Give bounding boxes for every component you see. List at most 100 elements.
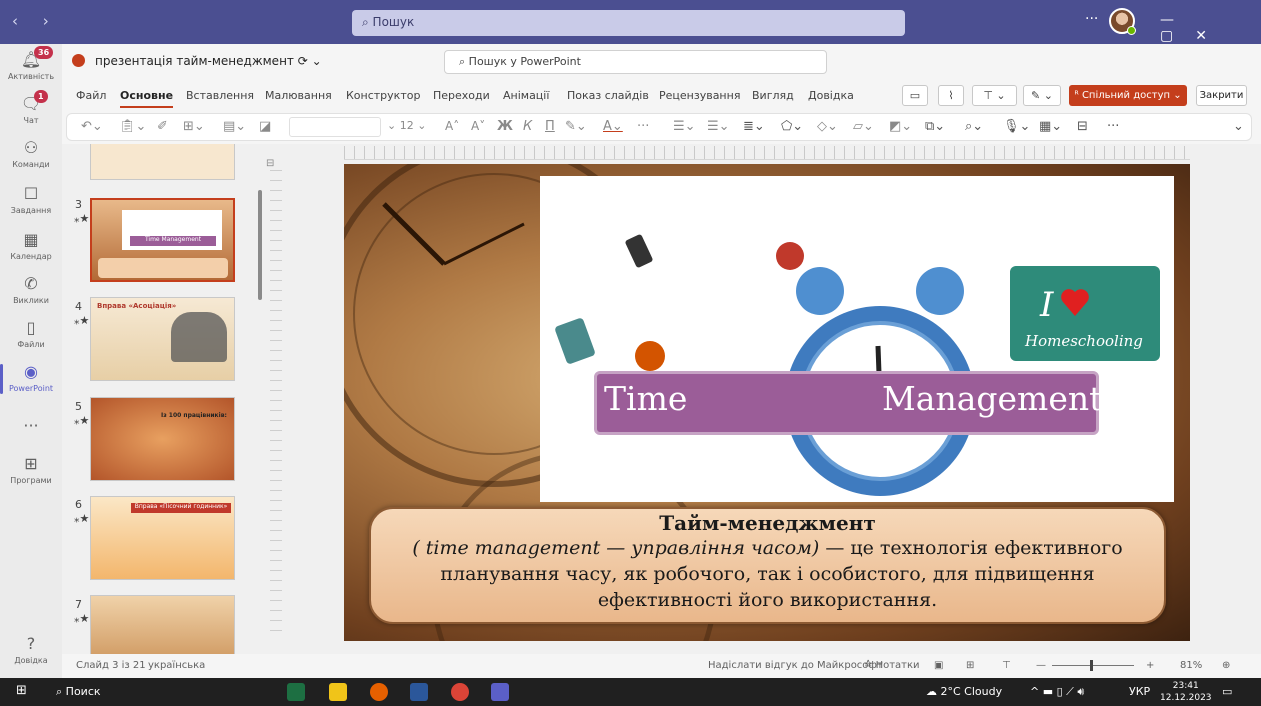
find-icon[interactable]: ⌕⌄: [965, 119, 983, 134]
font-color-icon[interactable]: A⌄: [603, 119, 623, 134]
align-icon[interactable]: ≣⌄: [743, 119, 765, 134]
teams-taskbar-icon[interactable]: [491, 683, 509, 701]
more-icon[interactable]: ···: [637, 119, 649, 134]
rail-calls[interactable]: ✆ Виклики: [0, 274, 62, 305]
maximize-icon[interactable]: ▢: [1160, 28, 1173, 44]
word-icon[interactable]: [410, 683, 428, 701]
close-icon[interactable]: ✕: [1195, 28, 1207, 44]
input-language[interactable]: УКР: [1129, 685, 1150, 698]
share-button[interactable]: ᴿ Спільний доступ ⌄: [1069, 85, 1187, 106]
slide-thumbnail-2[interactable]: [90, 144, 235, 180]
rail-activity[interactable]: 🔔︎ 36 Активність: [0, 46, 62, 81]
back-forward-icon[interactable]: ‹ ›: [12, 12, 59, 30]
windows-start-icon[interactable]: ⊞: [16, 683, 27, 698]
menu-view[interactable]: Вигляд: [752, 89, 794, 102]
arrange-icon[interactable]: ⧉⌄: [925, 119, 945, 134]
overflow-icon[interactable]: ···: [1107, 119, 1119, 134]
comment-icon[interactable]: ▭: [902, 85, 928, 106]
italic-icon[interactable]: К: [523, 119, 532, 134]
zoom-slider[interactable]: [1052, 660, 1134, 671]
reset-icon[interactable]: ◪: [259, 119, 271, 134]
rail-teams[interactable]: ⚇ Команди: [0, 138, 62, 169]
language-indicator[interactable]: українська: [148, 660, 205, 671]
powerpoint-search-input[interactable]: ⌕ Пошук у PowerPoint: [444, 50, 827, 74]
designer-icon[interactable]: ▦⌄: [1039, 119, 1062, 134]
slide-thumbnail-5[interactable]: Із 100 працівників:: [90, 397, 235, 481]
menu-insert[interactable]: Вставлення: [186, 89, 254, 102]
layout-icon[interactable]: ▤⌄: [223, 119, 246, 134]
system-tray-icons[interactable]: ^ ▬ ▯ ⟋ 🔊︎: [1030, 685, 1084, 699]
dictate-icon[interactable]: 🎙︎⌄: [1003, 119, 1030, 134]
slide-thumbnail-4[interactable]: Вправа «Асоціація»: [90, 297, 235, 381]
taskbar-search[interactable]: ⌕ Поиск: [56, 685, 101, 699]
font-size-input[interactable]: ⌄ 12 ⌄: [387, 119, 426, 132]
menu-review[interactable]: Рецензування: [659, 89, 740, 102]
close-button[interactable]: Закрити: [1196, 85, 1247, 106]
font-name-input[interactable]: [289, 117, 381, 137]
slide-canvas[interactable]: Homeschooling I Time Management Тайм-мен…: [344, 164, 1190, 641]
zoom-in-icon[interactable]: +: [1146, 660, 1154, 671]
normal-view-icon[interactable]: ▣: [934, 660, 943, 671]
present-icon[interactable]: ⊤ ⌄: [972, 85, 1017, 106]
menu-home[interactable]: Основне: [120, 89, 174, 108]
effects-icon[interactable]: ◩⌄: [889, 119, 912, 134]
fill-icon[interactable]: ◇⌄: [817, 119, 838, 134]
rail-files[interactable]: ▯ Файли: [0, 318, 62, 349]
chrome-icon[interactable]: [451, 683, 469, 701]
file-explorer-icon[interactable]: [329, 683, 347, 701]
reading-view-icon[interactable]: ⊤: [1002, 660, 1011, 671]
menu-help[interactable]: Довідка: [808, 89, 854, 102]
rail-chat[interactable]: 🗨︎ 1 Чат: [0, 90, 62, 125]
notes-button[interactable]: ≙ Нотатки: [864, 660, 920, 671]
activity-icon[interactable]: ⌇: [938, 85, 964, 106]
slide-sorter-icon[interactable]: ⊞: [966, 660, 974, 671]
avatar[interactable]: [1109, 8, 1136, 35]
edit-mode-icon[interactable]: ✎ ⌄: [1023, 85, 1061, 106]
chevron-down-icon[interactable]: ⌄: [1233, 119, 1244, 134]
underline-icon[interactable]: П: [545, 119, 555, 134]
menu-file[interactable]: Файл: [76, 89, 106, 102]
menu-draw[interactable]: Малювання: [265, 89, 332, 102]
minimize-icon[interactable]: —: [1160, 12, 1174, 28]
format-painter-icon[interactable]: ✐: [157, 119, 168, 134]
zoom-out-icon[interactable]: —: [1036, 660, 1046, 671]
feedback-link[interactable]: Надіслати відгук до Майкрософт: [708, 660, 883, 671]
document-title[interactable]: презентація тайм-менеджмент ⟳ ⌄: [72, 54, 322, 68]
zoom-level[interactable]: 81%: [1180, 660, 1202, 671]
bold-icon[interactable]: Ж: [497, 119, 513, 134]
shapes-icon[interactable]: ⬠⌄: [781, 119, 803, 134]
rail-more[interactable]: ···: [0, 416, 62, 438]
more-options-icon[interactable]: ···: [1085, 11, 1098, 27]
outline-icon[interactable]: ▱⌄: [853, 119, 874, 134]
highlight-icon[interactable]: ✎⌄: [565, 119, 587, 134]
menu-animations[interactable]: Анімації: [503, 89, 549, 102]
rail-apps[interactable]: ⊞ Програми: [0, 454, 62, 485]
menu-slideshow[interactable]: Показ слайдів: [567, 89, 649, 102]
slide-thumbnail-6[interactable]: Вправа «Пісочний годинник»: [90, 496, 235, 580]
firefox-icon[interactable]: [370, 683, 388, 701]
thumbnails-scrollbar[interactable]: [258, 190, 262, 300]
new-slide-icon[interactable]: ⊞⌄: [183, 119, 205, 134]
excel-icon[interactable]: [287, 683, 305, 701]
rail-calendar[interactable]: ▦ Календар: [0, 230, 62, 261]
addins-icon[interactable]: ⊟: [1077, 119, 1088, 134]
notifications-icon[interactable]: ▭: [1222, 685, 1232, 698]
collapse-pane-icon[interactable]: ⊟: [266, 158, 274, 169]
rail-tasks[interactable]: ☐ Завдання: [0, 184, 62, 215]
undo-icon[interactable]: ↶⌄: [81, 119, 103, 134]
slide-thumbnail-7[interactable]: [90, 595, 235, 654]
rail-powerpoint[interactable]: ◉ PowerPoint: [0, 362, 62, 394]
zoom-slider-thumb[interactable]: [1090, 660, 1093, 671]
rail-help[interactable]: ? Довідка: [0, 634, 62, 665]
teams-search-input[interactable]: ⌕ Пошук: [352, 10, 905, 36]
shrink-font-icon[interactable]: A˅: [471, 119, 485, 133]
paste-icon[interactable]: 📋︎⌄: [119, 119, 146, 134]
bullets-icon[interactable]: ☰⌄: [673, 119, 696, 134]
numbering-icon[interactable]: ☰⌄: [707, 119, 730, 134]
grow-font-icon[interactable]: A˄: [445, 119, 459, 133]
clock[interactable]: 23:41 12.12.2023: [1160, 680, 1212, 704]
slide-thumbnail-3[interactable]: Time Management: [90, 198, 235, 282]
menu-transitions[interactable]: Переходи: [433, 89, 490, 102]
weather-widget[interactable]: ☁ 2°C Cloudy: [926, 685, 1002, 698]
fit-slide-icon[interactable]: ⊕: [1222, 660, 1230, 671]
